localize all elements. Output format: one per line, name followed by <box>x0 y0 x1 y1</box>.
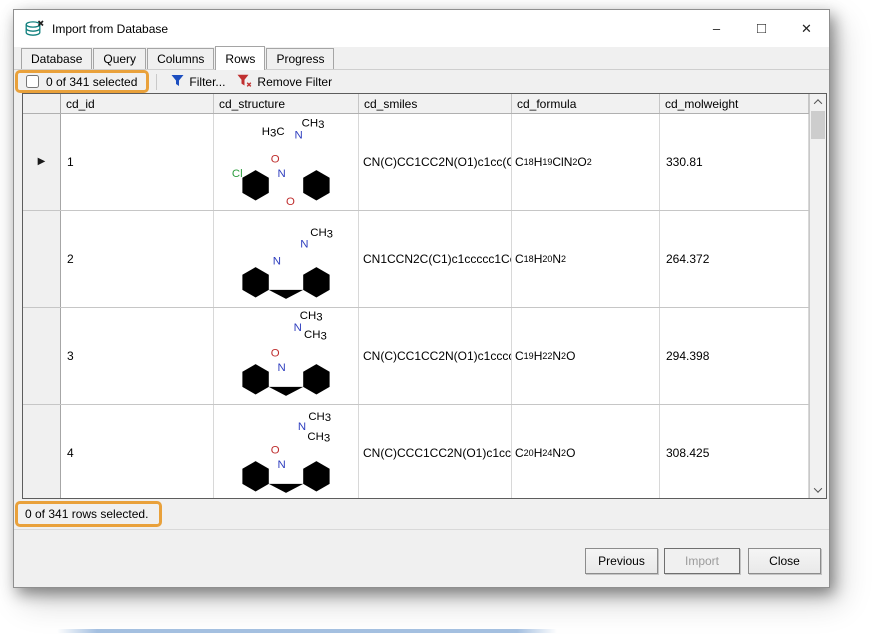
status-text: 0 of 341 rows selected. <box>25 507 148 521</box>
maximize-icon[interactable]: □ <box>739 10 784 47</box>
import-button[interactable]: Import <box>664 548 740 574</box>
cell-cd-formula[interactable]: C18H20N2 <box>512 211 660 307</box>
database-x-icon <box>25 20 44 38</box>
structure-drawing <box>217 212 355 307</box>
grid-corner-cell <box>23 94 61 113</box>
scroll-up-icon[interactable] <box>810 94 826 110</box>
cell-cd-smiles[interactable]: CN1CCN2C(C1)c1ccccc1Cc... <box>359 211 512 307</box>
remove-filter-button[interactable]: Remove Filter <box>231 72 338 92</box>
remove-filter-button-label: Remove Filter <box>257 75 332 89</box>
tab-progress[interactable]: Progress <box>266 48 334 69</box>
column-header-cd_id[interactable]: cd_id <box>61 94 214 113</box>
cell-cd-id[interactable]: 2 <box>61 211 214 307</box>
cell-cd-molweight[interactable]: 264.372 <box>660 211 809 307</box>
footer-divider <box>14 529 829 530</box>
cell-cd-molweight[interactable]: 330.81 <box>660 114 809 210</box>
grid-body: ▶ 1 CN(C)CC1CC2N(O1)c1cc(C... C18H19ClN2… <box>23 114 826 499</box>
window-title: Import from Database <box>52 22 168 36</box>
rows-toolbar: 0 of 341 selected Filter... Remove Filte… <box>14 70 829 93</box>
tab-rows[interactable]: Rows <box>215 46 265 70</box>
row-selector-cell[interactable]: ▶ <box>23 114 61 210</box>
remove-filter-funnel-icon <box>237 74 252 90</box>
results-grid: cd_idcd_structurecd_smilescd_formulacd_m… <box>22 93 827 499</box>
table-row[interactable]: 3 CN(C)CC1CC2N(O1)c1cccc... C19H22N2O 29… <box>23 308 826 405</box>
column-header-cd_molweight[interactable]: cd_molweight <box>660 94 809 113</box>
grid-header-row: cd_idcd_structurecd_smilescd_formulacd_m… <box>23 94 826 114</box>
structure-drawing <box>217 406 355 499</box>
selection-count-label: 0 of 341 selected <box>46 75 137 89</box>
toolbar-separator <box>156 74 157 90</box>
background-artifact <box>57 629 557 633</box>
tab-label: Rows <box>225 52 255 66</box>
table-row[interactable]: ▶ 1 CN(C)CC1CC2N(O1)c1cc(C... C18H19ClN2… <box>23 114 826 211</box>
column-header-cd_smiles[interactable]: cd_smiles <box>359 94 512 113</box>
table-row[interactable]: 2 CN1CCN2C(C1)c1ccccc1Cc... C18H20N2 264… <box>23 211 826 308</box>
cell-cd-id[interactable]: 4 <box>61 405 214 499</box>
window-controls: – □ ✕ <box>694 10 829 47</box>
cell-cd-id[interactable]: 3 <box>61 308 214 404</box>
import-from-database-dialog: Import from Database – □ ✕ Database Quer… <box>13 9 830 588</box>
cell-cd-structure[interactable] <box>214 405 359 499</box>
close-button[interactable]: Close <box>748 548 821 574</box>
cell-cd-smiles[interactable]: CN(C)CC1CC2N(O1)c1cccc... <box>359 308 512 404</box>
tab-label: Database <box>31 52 82 66</box>
annotation-highlight-status: 0 of 341 rows selected. <box>15 501 162 527</box>
tab-columns[interactable]: Columns <box>147 48 214 69</box>
tab-database[interactable]: Database <box>21 48 92 69</box>
column-header-cd_formula[interactable]: cd_formula <box>512 94 660 113</box>
status-bar: 0 of 341 rows selected. <box>15 501 829 527</box>
tab-label: Progress <box>276 52 324 66</box>
cell-cd-smiles[interactable]: CN(C)CCC1CC2N(O1)c1cc... <box>359 405 512 499</box>
cell-cd-formula[interactable]: C19H22N2O <box>512 308 660 404</box>
row-selector-cell[interactable] <box>23 405 61 499</box>
tab-query[interactable]: Query <box>93 48 146 69</box>
tab-label: Query <box>103 52 136 66</box>
cell-cd-molweight[interactable]: 294.398 <box>660 308 809 404</box>
select-all-checkbox[interactable] <box>26 75 39 88</box>
current-row-marker-icon: ▶ <box>38 157 46 167</box>
scroll-down-icon[interactable] <box>810 482 826 498</box>
tab-label: Columns <box>157 52 204 66</box>
row-selector-cell[interactable] <box>23 211 61 307</box>
cell-cd-smiles[interactable]: CN(C)CC1CC2N(O1)c1cc(C... <box>359 114 512 210</box>
column-header-cd_structure[interactable]: cd_structure <box>214 94 359 113</box>
vertical-scrollbar[interactable] <box>809 94 826 498</box>
row-selector-cell[interactable] <box>23 308 61 404</box>
cell-cd-formula[interactable]: C20H24N2O <box>512 405 660 499</box>
minimize-icon[interactable]: – <box>694 10 739 47</box>
cell-cd-structure[interactable] <box>214 211 359 307</box>
filter-button-label: Filter... <box>189 75 225 89</box>
cell-cd-formula[interactable]: C18H19ClN2O2 <box>512 114 660 210</box>
structure-drawing <box>217 115 355 210</box>
structure-drawing <box>217 309 355 404</box>
scrollbar-thumb[interactable] <box>811 111 825 139</box>
filter-funnel-icon <box>171 74 184 90</box>
cell-cd-molweight[interactable]: 308.425 <box>660 405 809 499</box>
cell-cd-structure[interactable] <box>214 308 359 404</box>
annotation-highlight-selection: 0 of 341 selected <box>15 70 149 93</box>
cell-cd-structure[interactable] <box>214 114 359 210</box>
table-row[interactable]: 4 CN(C)CCC1CC2N(O1)c1cc... C20H24N2O 308… <box>23 405 826 499</box>
title-bar[interactable]: Import from Database – □ ✕ <box>14 10 829 47</box>
previous-button[interactable]: Previous <box>585 548 658 574</box>
filter-button[interactable]: Filter... <box>165 72 231 92</box>
cell-cd-id[interactable]: 1 <box>61 114 214 210</box>
tab-strip: Database Query Columns Rows Progress <box>14 47 829 70</box>
close-icon[interactable]: ✕ <box>784 10 829 47</box>
